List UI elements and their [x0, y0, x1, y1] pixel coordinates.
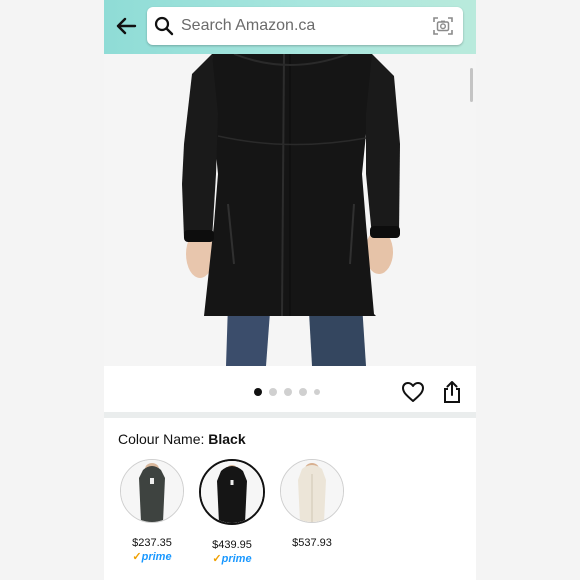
top-bar — [104, 0, 476, 54]
prime-badge: ✓prime — [198, 552, 266, 565]
coat-thumbnail — [121, 460, 183, 522]
colour-swatch-option[interactable]: $439.95 ✓prime — [198, 459, 266, 565]
carousel-dot[interactable] — [314, 389, 320, 395]
share-icon — [444, 381, 460, 403]
prime-check-icon: ✓ — [132, 551, 142, 563]
colour-label-text: Colour Name: — [118, 431, 205, 447]
swatch-price: $439.95 — [212, 539, 252, 551]
swatch-price: $537.93 — [292, 537, 332, 549]
carousel-dot[interactable] — [299, 388, 307, 396]
selected-colour-value: Black — [208, 431, 246, 447]
swatch-price: $237.35 — [132, 537, 172, 549]
search-bar[interactable] — [147, 7, 463, 45]
camera-search-icon[interactable] — [431, 14, 455, 38]
swatch-image-black[interactable] — [199, 459, 265, 525]
prime-label: prime — [141, 551, 172, 563]
carousel-dot[interactable] — [284, 388, 292, 396]
swatch-image-dark-grey[interactable] — [120, 459, 184, 523]
coat-photo — [104, 54, 476, 366]
back-button[interactable] — [112, 12, 140, 40]
carousel-dot[interactable] — [254, 388, 262, 396]
heart-icon — [402, 382, 424, 402]
share-button[interactable] — [439, 379, 465, 405]
colour-name-label: Colour Name: Black — [118, 431, 246, 447]
swatch-image-cream[interactable] — [280, 459, 344, 523]
coat-thumbnail — [201, 461, 263, 523]
back-arrow-icon — [116, 17, 137, 35]
search-icon — [153, 15, 175, 37]
colour-swatch-option[interactable]: $537.93 — [278, 459, 346, 549]
prime-badge: ✓prime — [118, 550, 186, 563]
scrollbar[interactable] — [470, 68, 473, 102]
coat-thumbnail — [281, 460, 343, 522]
image-carousel-indicator — [254, 388, 327, 396]
background-right — [476, 0, 580, 580]
section-divider — [104, 412, 476, 418]
colour-swatch-option[interactable]: $237.35 ✓prime — [118, 459, 186, 563]
search-input[interactable] — [181, 11, 431, 41]
carousel-dot[interactable] — [269, 388, 277, 396]
background-left — [0, 0, 104, 580]
prime-check-icon: ✓ — [212, 553, 222, 565]
app-screen: Colour Name: Black $237.35 ✓prime $439.9… — [104, 0, 476, 580]
product-image[interactable] — [104, 54, 476, 366]
wishlist-button[interactable] — [400, 379, 426, 405]
prime-label: prime — [221, 553, 252, 565]
